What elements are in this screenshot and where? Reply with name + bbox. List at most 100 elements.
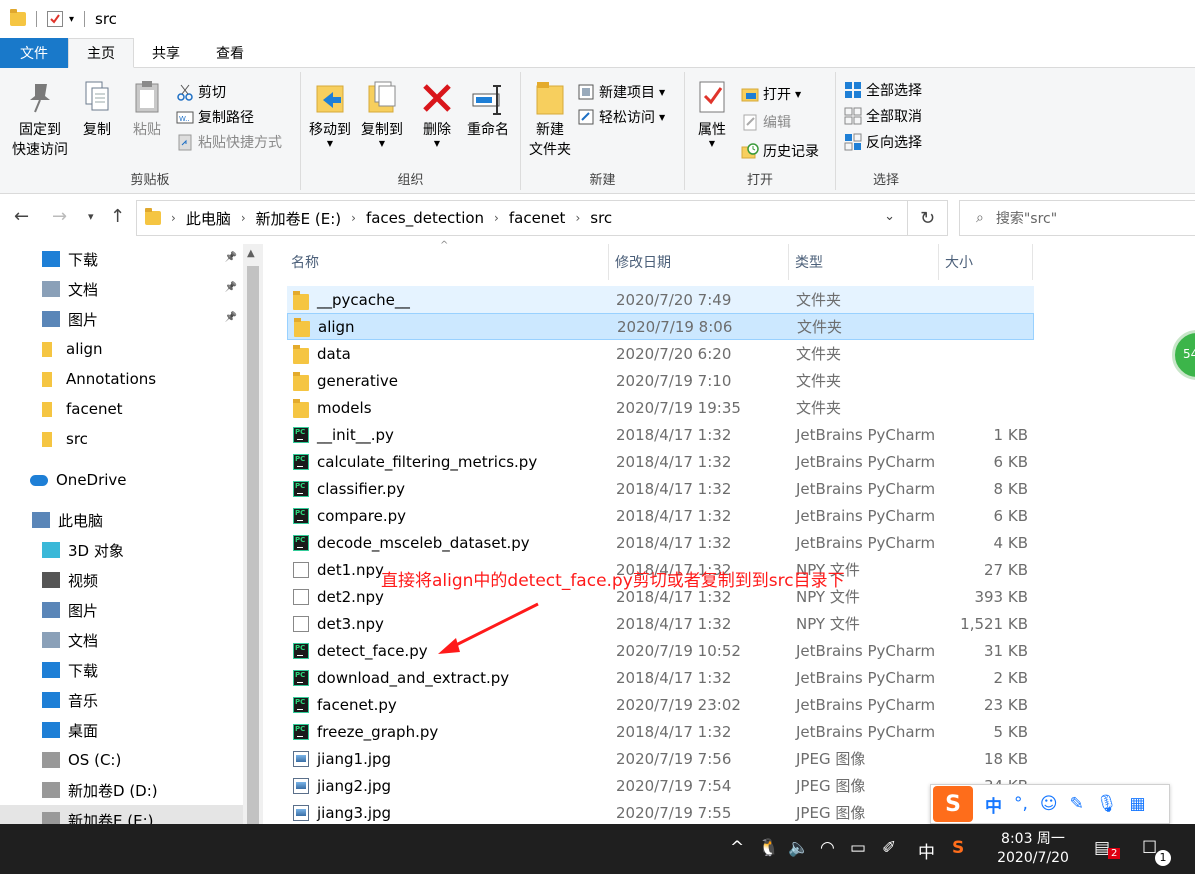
pen-workspace-icon[interactable]: ✐ <box>882 838 896 858</box>
customize-toolbar-icon[interactable]: ▾ <box>69 14 74 25</box>
tab-file[interactable]: 文件 <box>0 38 68 68</box>
file-row[interactable]: data 2020/7/20 6:20 文件夹 <box>287 340 1034 367</box>
ime-mode-toggle[interactable]: 中 <box>985 792 1002 817</box>
chevron-right-icon[interactable]: › <box>575 211 580 225</box>
pin-icon[interactable]: 📌 <box>225 312 237 323</box>
new-folder-button[interactable]: 新建 文件夹 <box>525 78 575 160</box>
properties-button[interactable]: 属性 ▼ <box>691 78 733 148</box>
pen-icon[interactable]: ✎ <box>1070 794 1084 814</box>
file-row[interactable]: facenet.py 2020/7/19 23:02 JetBrains PyCha… <box>287 691 1034 718</box>
nav-item[interactable]: 视频 <box>0 565 243 595</box>
new-item-button[interactable]: 新建项目 ▼ <box>577 80 665 104</box>
recent-locations-chevron-icon[interactable]: ▾ <box>88 210 94 223</box>
nav-item[interactable]: 下载 📌 <box>0 244 243 274</box>
scroll-up-icon[interactable]: ▲ <box>247 248 255 259</box>
nav-item[interactable]: align <box>0 334 243 364</box>
copy-path-button[interactable]: W.. 复制路径 <box>176 105 254 129</box>
nav-item[interactable]: 图片 📌 <box>0 304 243 334</box>
edit-button[interactable]: 编辑 <box>741 110 791 134</box>
chevron-down-icon[interactable]: ⌄ <box>884 209 895 224</box>
open-button[interactable]: 打开 ▼ <box>741 82 801 106</box>
chevron-right-icon[interactable]: › <box>494 211 499 225</box>
breadcrumb-drive-e[interactable]: 新加卷E (E:) <box>256 208 341 229</box>
refresh-button[interactable]: ↻ <box>908 200 948 236</box>
nav-item[interactable]: 文档 <box>0 625 243 655</box>
rename-button[interactable]: 重命名 <box>463 78 513 140</box>
back-arrow-icon[interactable]: ← <box>14 206 29 227</box>
file-row[interactable]: jiang2.jpg2020/7/19 7:54JPEG 图像34 KB <box>287 772 1034 799</box>
breadcrumb-facenet[interactable]: facenet <box>509 209 566 227</box>
wifi-icon[interactable]: ◠ <box>820 838 835 858</box>
column-header-size[interactable]: 大小 <box>939 244 1033 280</box>
tab-share[interactable]: 共享 <box>134 38 198 68</box>
pin-icon[interactable]: 📌 <box>225 252 237 263</box>
file-row[interactable]: detect_face.py2020/7/19 10:52JetBrains P… <box>287 637 1034 664</box>
search-box[interactable]: ⌕ 搜索"src" <box>959 200 1195 236</box>
punctuation-icon[interactable]: °, <box>1014 794 1028 814</box>
toolbox-icon[interactable]: ▦ <box>1129 794 1145 814</box>
forward-arrow-icon[interactable]: → <box>52 206 67 227</box>
nav-item[interactable]: 新加卷D (D:) <box>0 775 243 805</box>
nav-item[interactable]: 下载 <box>0 655 243 685</box>
file-row[interactable]: align 2020/7/19 8:06 文件夹 <box>287 313 1034 340</box>
volume-icon[interactable]: 🔈 <box>788 838 809 858</box>
copy-to-button[interactable]: 复制到 ▼ <box>357 78 407 148</box>
file-row[interactable]: compare.py 2018/4/17 1:32 JetBrains PyChar… <box>287 502 1034 529</box>
file-row[interactable]: decode_msceleb_dataset.py 2018/4/17 1:32 J… <box>287 529 1034 556</box>
easy-access-button[interactable]: 轻松访问 ▼ <box>577 105 665 129</box>
nav-item[interactable]: 桌面 <box>0 715 243 745</box>
file-row[interactable]: download_and_extract.py 2018/4/17 1:32 Jet… <box>287 664 1034 691</box>
cut-button[interactable]: 剪切 <box>176 80 226 104</box>
tab-home[interactable]: 主页 <box>68 38 134 68</box>
file-row[interactable]: calculate_filtering_metrics.py 2018/4/17 … <box>287 448 1034 475</box>
file-row[interactable]: classifier.py 2018/4/17 1:32 JetBrains PyC… <box>287 475 1034 502</box>
emoji-icon[interactable]: ☺ <box>1040 794 1058 814</box>
sogou-logo-icon[interactable]: S <box>933 786 973 822</box>
tab-view[interactable]: 查看 <box>198 38 262 68</box>
paste-shortcut-button[interactable]: 粘贴快捷方式 <box>176 130 282 154</box>
up-arrow-icon[interactable]: ↑ <box>110 206 125 227</box>
pin-quick-access-button[interactable]: 固定到 快速访问 <box>8 78 72 160</box>
nav-item[interactable]: 3D 对象 <box>0 535 243 565</box>
breadcrumb-faces-detection[interactable]: faces_detection <box>366 209 484 227</box>
file-row[interactable]: jiang1.jpg 2020/7/19 7:56 JPEG 图像 18 KB <box>287 745 1034 772</box>
history-button[interactable]: 历史记录 <box>741 139 819 163</box>
nav-item[interactable]: OS (C:) <box>0 745 243 775</box>
nav-item[interactable]: 此电脑 <box>0 505 243 535</box>
invert-selection-button[interactable]: 反向选择 <box>844 130 922 154</box>
scrollbar-thumb[interactable] <box>247 266 259 826</box>
nav-item[interactable]: facenet <box>0 394 243 424</box>
move-to-button[interactable]: 移动到 ▼ <box>305 78 355 148</box>
column-header-type[interactable]: 类型 <box>789 244 939 280</box>
chevron-right-icon[interactable]: › <box>241 211 246 225</box>
microphone-icon[interactable]: 🎙 <box>1096 794 1118 814</box>
nav-item[interactable]: 图片 <box>0 595 243 625</box>
breadcrumb-this-pc[interactable]: 此电脑 <box>186 208 231 229</box>
clock[interactable]: 8:03 周一 2020/7/20 <box>992 830 1074 868</box>
show-hidden-icons-chevron-icon[interactable]: ^ <box>730 838 744 858</box>
file-row[interactable]: jiang3.jpg 2020/7/19 7:55 JPEG 图像 <box>287 799 1034 826</box>
nav-item[interactable]: 文档 📌 <box>0 274 243 304</box>
column-header-name[interactable]: 名称 <box>285 244 609 280</box>
file-row[interactable]: generative 2020/7/19 7:10 文件夹 <box>287 367 1034 394</box>
file-row[interactable]: __pycache__ 2020/7/20 7:49 文件夹 <box>287 286 1034 313</box>
properties-quick-icon[interactable] <box>47 11 63 27</box>
nav-item[interactable]: 音乐 <box>0 685 243 715</box>
address-bar[interactable]: › 此电脑 › 新加卷E (E:) › faces_detection › fa… <box>136 200 908 236</box>
nav-item[interactable]: 新加卷E (E:) <box>0 805 243 824</box>
file-row[interactable]: __init__.py 2018/4/17 1:32 JetBrains PyCha… <box>287 421 1034 448</box>
column-header-date[interactable]: 修改日期 <box>609 244 789 280</box>
select-none-button[interactable]: 全部取消 <box>844 104 922 128</box>
file-row[interactable]: det3.npy 2018/4/17 1:32 NPY 文件 1,521 KB <box>287 610 1034 637</box>
taskbar-ime-mode[interactable]: 中 <box>918 838 935 863</box>
qq-icon[interactable]: 🐧 <box>758 838 779 858</box>
copy-button[interactable]: 复制 <box>76 78 118 140</box>
battery-icon[interactable]: ▭ <box>850 838 866 858</box>
sogou-tray-icon[interactable]: S <box>952 838 964 858</box>
floating-widget[interactable]: 54 <box>1172 330 1195 380</box>
chevron-right-icon[interactable]: › <box>351 211 356 225</box>
chevron-right-icon[interactable]: › <box>171 211 176 225</box>
nav-item[interactable]: Annotations <box>0 364 243 394</box>
paste-button[interactable]: 粘贴 <box>126 78 168 140</box>
select-all-button[interactable]: 全部选择 <box>844 78 922 102</box>
